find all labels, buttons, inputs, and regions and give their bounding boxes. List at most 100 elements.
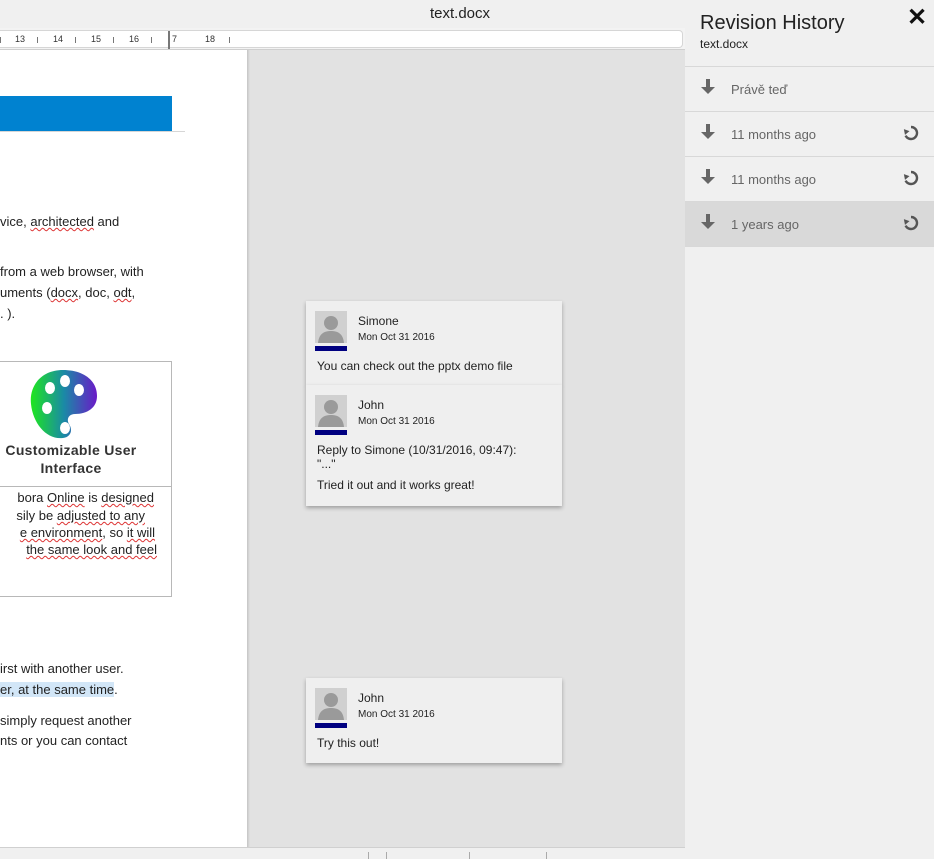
restore-icon[interactable] <box>903 170 919 186</box>
user-avatar-icon <box>315 688 347 720</box>
download-icon[interactable] <box>701 169 715 185</box>
ruler-tick <box>229 37 230 43</box>
revision-item[interactable]: 11 months ago <box>685 157 934 202</box>
text-run: , so <box>102 525 127 540</box>
comment[interactable]: John Mon Oct 31 2016 Reply to Simone (10/3… <box>306 385 562 506</box>
restore-icon[interactable] <box>903 215 919 231</box>
text-run: and <box>93 214 120 229</box>
user-avatar-icon <box>315 311 347 343</box>
misspelled-word: Online <box>47 490 85 505</box>
comment-date: Mon Oct 31 2016 <box>358 332 435 343</box>
feature-body-line: sily be adjusted to any <box>16 508 145 523</box>
page-shadow <box>247 50 250 847</box>
close-icon[interactable]: ✕ <box>907 6 927 30</box>
misspelled-word: e environment <box>19 525 103 540</box>
ruler-number: 14 <box>53 34 64 44</box>
text-run: uments ( <box>0 285 51 300</box>
text-run: , doc, <box>78 285 114 300</box>
restore-icon[interactable] <box>903 125 919 141</box>
ruler-tick <box>151 37 152 43</box>
status-separator <box>546 852 547 859</box>
ruler-tick <box>0 37 1 43</box>
doc-line: from a web browser, with <box>0 264 144 279</box>
status-separator <box>386 852 387 859</box>
ruler-number: 7 <box>172 34 178 44</box>
feature-body-line: the same look and feel <box>26 542 157 557</box>
text-run: sily be <box>16 508 57 523</box>
text-run: vice, <box>0 214 31 229</box>
comment-text: "..." <box>317 457 336 471</box>
comment-text: Try this out! <box>317 736 380 750</box>
download-icon[interactable] <box>701 79 715 95</box>
comment-card[interactable]: John Mon Oct 31 2016 Reply to Simone (10/3… <box>306 385 562 506</box>
revision-item[interactable]: Právě teď <box>685 67 934 112</box>
misspelled-word: the same look and feel <box>26 542 157 557</box>
misspelled-word: it will <box>126 525 155 540</box>
ruler-number: 18 <box>205 34 216 44</box>
comment-author: Simone <box>358 314 399 328</box>
comment-date: Mon Oct 31 2016 <box>358 416 435 427</box>
document-page[interactable]: vice, architected and from a web browser… <box>0 50 247 847</box>
comment[interactable]: John Mon Oct 31 2016 Try this out! <box>306 678 562 763</box>
ruler[interactable]: 13 14 15 16 7 18 <box>0 28 685 50</box>
ruler-strip: 13 14 15 16 7 18 <box>0 30 683 49</box>
comment-date: Mon Oct 31 2016 <box>358 709 435 720</box>
ruler-tick <box>75 37 76 43</box>
header-underline <box>0 131 185 132</box>
feature-body-line: bora Online is designed <box>17 490 154 505</box>
misspelled-word: docx <box>50 285 79 300</box>
doc-line: uments (docx, doc, odt, <box>0 285 135 300</box>
author-color-bar <box>315 430 347 435</box>
revision-label: 11 months ago <box>731 127 817 142</box>
doc-line: simply request another <box>0 713 132 728</box>
revision-item[interactable]: 11 months ago <box>685 112 934 157</box>
ruler-number: 13 <box>15 34 26 44</box>
misspelled-word: designed <box>101 490 154 505</box>
comment[interactable]: Simone Mon Oct 31 2016 You can check out t… <box>306 301 562 385</box>
panel-subtitle: text.docx <box>700 37 749 51</box>
author-color-bar <box>315 346 347 351</box>
download-icon[interactable] <box>701 214 715 230</box>
comment-author: John <box>358 691 385 705</box>
download-icon[interactable] <box>701 124 715 140</box>
text-run: from a web browser, with <box>0 264 144 279</box>
text-run: nts or you can contact <box>0 733 128 748</box>
ruler-tick <box>37 37 38 43</box>
text-run: , <box>131 285 136 300</box>
comment-text: Reply to Simone (10/31/2016, 09:47): <box>317 443 517 457</box>
revision-label: 11 months ago <box>731 172 817 187</box>
revision-label: 1 years ago <box>731 217 799 232</box>
comment-text: Tried it out and it works great! <box>317 478 475 492</box>
misspelled-word: architected <box>30 214 94 229</box>
doc-line: . ). <box>0 306 15 321</box>
doc-line: nts or you can contact <box>0 733 127 748</box>
ruler-number: 16 <box>129 34 140 44</box>
text-run: irst with another user. <box>0 661 124 676</box>
misspelled-word: adjusted to any <box>56 508 145 523</box>
comment-card[interactable]: Simone Mon Oct 31 2016 You can check out t… <box>306 301 562 385</box>
feature-title-line1: Customizable User <box>5 442 137 458</box>
palette-icon <box>30 370 97 439</box>
comment-author: John <box>358 398 385 412</box>
ruler-margin-marker[interactable] <box>168 31 170 49</box>
doc-line: irst with another user. <box>0 661 124 676</box>
comment-card[interactable]: John Mon Oct 31 2016 Try this out! <box>306 678 562 763</box>
ruler-tick <box>113 37 114 43</box>
feature-body-line: e environment, so it will <box>20 525 155 540</box>
user-avatar-icon <box>315 395 347 427</box>
doc-line: er, at the same time. <box>0 682 118 697</box>
text-run: simply request another <box>0 713 132 728</box>
panel-title: Revision History <box>700 12 845 34</box>
comment-text: You can check out the pptx demo file <box>317 359 513 373</box>
text-run: . ). <box>0 306 16 321</box>
feature-title-line2: Interface <box>40 460 102 476</box>
status-separator <box>469 852 470 859</box>
misspelled-word: odt <box>113 285 132 300</box>
status-bar <box>0 847 685 859</box>
doc-line: vice, architected and <box>0 214 119 229</box>
text-run: . <box>114 682 118 697</box>
revision-item[interactable]: 1 years ago <box>685 202 934 247</box>
status-separator <box>368 852 369 859</box>
text-run: bora <box>17 490 48 505</box>
author-color-bar <box>315 723 347 728</box>
